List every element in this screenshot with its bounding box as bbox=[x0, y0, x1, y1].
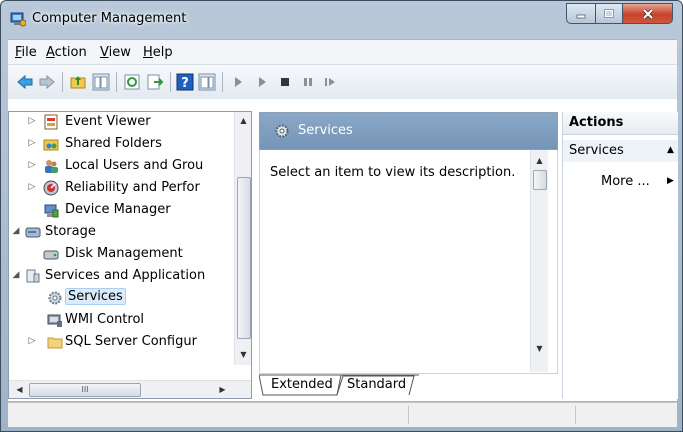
status-bar bbox=[8, 402, 677, 427]
expand-arrow-icon[interactable]: ▷ bbox=[27, 116, 37, 126]
actions-more-item[interactable]: More ... ▶ bbox=[601, 174, 674, 189]
menu-view[interactable]: View bbox=[100, 45, 131, 60]
forward-icon[interactable] bbox=[38, 73, 56, 91]
actions-title: Actions bbox=[569, 115, 624, 130]
show-hide-action-pane-icon[interactable] bbox=[198, 73, 216, 91]
title-bar[interactable]: Computer Management bbox=[1, 1, 682, 39]
tree-item-sql-server-config[interactable]: ▷ SQL Server Configur bbox=[9, 332, 235, 354]
scroll-thumb[interactable] bbox=[237, 177, 251, 339]
scroll-up-arrow-icon[interactable]: ▲ bbox=[235, 112, 251, 129]
tree-item-device-manager[interactable]: Device Manager bbox=[9, 200, 235, 222]
help-icon[interactable]: ? bbox=[176, 73, 194, 91]
scroll-down-arrow-icon[interactable]: ▼ bbox=[531, 340, 548, 357]
show-hide-tree-icon[interactable] bbox=[92, 73, 110, 91]
tree-item-local-users[interactable]: ▷ Local Users and Grou bbox=[9, 156, 235, 178]
actions-title-bar: Actions bbox=[563, 112, 678, 135]
actions-pane: Actions Services ▲ More ... ▶ bbox=[562, 112, 678, 399]
resume-service-icon[interactable] bbox=[321, 73, 339, 91]
tab-standard[interactable]: Standard bbox=[347, 377, 406, 397]
maximize-button[interactable] bbox=[595, 3, 623, 24]
services-pane: Services Select an item to view its desc… bbox=[259, 112, 558, 399]
local-users-icon bbox=[45, 160, 58, 173]
expand-arrow-icon[interactable]: ▷ bbox=[27, 182, 37, 192]
computer-management-icon bbox=[10, 12, 26, 27]
services-apps-icon bbox=[26, 269, 40, 283]
tree-item-storage[interactable]: ◢ Storage bbox=[9, 222, 235, 244]
tree-item-reliability[interactable]: ▷ Reliability and Perfor bbox=[9, 178, 235, 200]
scroll-left-arrow-icon[interactable]: ◀ bbox=[11, 381, 28, 398]
minimize-button[interactable] bbox=[566, 3, 596, 24]
services-description-panel: Select an item to view its description. … bbox=[259, 150, 558, 374]
tree-horizontal-scrollbar[interactable]: ◀ III ▶ bbox=[9, 380, 251, 398]
tree-item-services[interactable]: Services bbox=[9, 288, 235, 310]
view-tabs: Extended Standard bbox=[259, 374, 558, 399]
menu-action[interactable]: Action bbox=[46, 45, 87, 60]
console-tree[interactable]: ▷ Event Viewer ▷ Shared Folders ▷ Local … bbox=[8, 111, 252, 399]
event-viewer-icon bbox=[44, 114, 58, 130]
scroll-thumb[interactable]: III bbox=[29, 383, 141, 397]
start-service-icon[interactable] bbox=[229, 73, 247, 91]
stop-service-icon[interactable] bbox=[276, 73, 294, 91]
tree-item-shared-folders[interactable]: ▷ Shared Folders bbox=[9, 134, 235, 156]
collapse-arrow-icon[interactable]: ◢ bbox=[11, 270, 21, 280]
services-gear-icon bbox=[275, 124, 289, 138]
menu-bar: File Action View Help bbox=[8, 39, 677, 65]
wmi-control-icon bbox=[47, 314, 62, 327]
collapse-up-arrow-icon[interactable]: ▲ bbox=[667, 145, 674, 155]
tab-extended[interactable]: Extended bbox=[271, 377, 333, 397]
close-icon bbox=[642, 8, 653, 19]
scroll-right-arrow-icon[interactable]: ▶ bbox=[214, 381, 231, 398]
menu-help[interactable]: Help bbox=[143, 45, 173, 60]
window-title: Computer Management bbox=[32, 11, 187, 26]
close-button[interactable] bbox=[622, 3, 673, 24]
services-header: Services bbox=[259, 112, 558, 150]
tree-item-services-applications[interactable]: ◢ Services and Application bbox=[9, 266, 235, 288]
expand-arrow-icon[interactable]: ▷ bbox=[27, 336, 37, 346]
computer-management-window: Computer Management File Action View Hel… bbox=[0, 0, 683, 432]
expand-arrow-icon[interactable]: ▷ bbox=[27, 138, 37, 148]
storage-icon bbox=[25, 227, 41, 238]
services-header-title: Services bbox=[298, 123, 353, 138]
tree-item-disk-management[interactable]: Disk Management bbox=[9, 244, 235, 266]
folder-icon bbox=[47, 337, 63, 349]
refresh-icon[interactable] bbox=[123, 73, 141, 91]
scroll-thumb[interactable] bbox=[533, 170, 547, 190]
pause-service-icon[interactable] bbox=[299, 73, 317, 91]
description-text: Select an item to view its description. bbox=[270, 165, 516, 180]
tree-item-wmi-control[interactable]: WMI Control bbox=[9, 310, 235, 332]
up-folder-icon[interactable] bbox=[69, 73, 87, 91]
collapse-arrow-icon[interactable]: ◢ bbox=[11, 226, 21, 236]
svg-text:?: ? bbox=[181, 76, 189, 91]
maximize-icon bbox=[604, 8, 614, 18]
actions-group-services[interactable]: Services ▲ bbox=[563, 140, 678, 162]
expand-arrow-icon[interactable]: ▷ bbox=[27, 160, 37, 170]
device-manager-icon bbox=[44, 204, 59, 218]
back-icon[interactable] bbox=[16, 73, 34, 91]
services-vertical-scrollbar[interactable]: ▲ ▼ bbox=[530, 150, 548, 372]
toolbar: ? bbox=[8, 64, 677, 100]
tree-vertical-scrollbar[interactable]: ▲ ▼ bbox=[234, 112, 251, 365]
shared-folders-icon bbox=[43, 139, 59, 151]
tree-item-event-viewer[interactable]: ▷ Event Viewer bbox=[9, 112, 235, 134]
actions-group-label: Services bbox=[569, 143, 624, 158]
scroll-up-arrow-icon[interactable]: ▲ bbox=[531, 152, 548, 169]
submenu-arrow-icon: ▶ bbox=[667, 176, 674, 186]
export-list-icon[interactable] bbox=[146, 73, 164, 91]
reliability-icon bbox=[43, 180, 59, 196]
scroll-down-arrow-icon[interactable]: ▼ bbox=[235, 346, 251, 363]
menu-file[interactable]: File bbox=[15, 45, 37, 60]
services-gear-icon bbox=[48, 291, 62, 305]
minimize-icon bbox=[576, 14, 586, 18]
start-service-alt-icon[interactable] bbox=[253, 73, 271, 91]
disk-management-icon bbox=[43, 250, 59, 260]
